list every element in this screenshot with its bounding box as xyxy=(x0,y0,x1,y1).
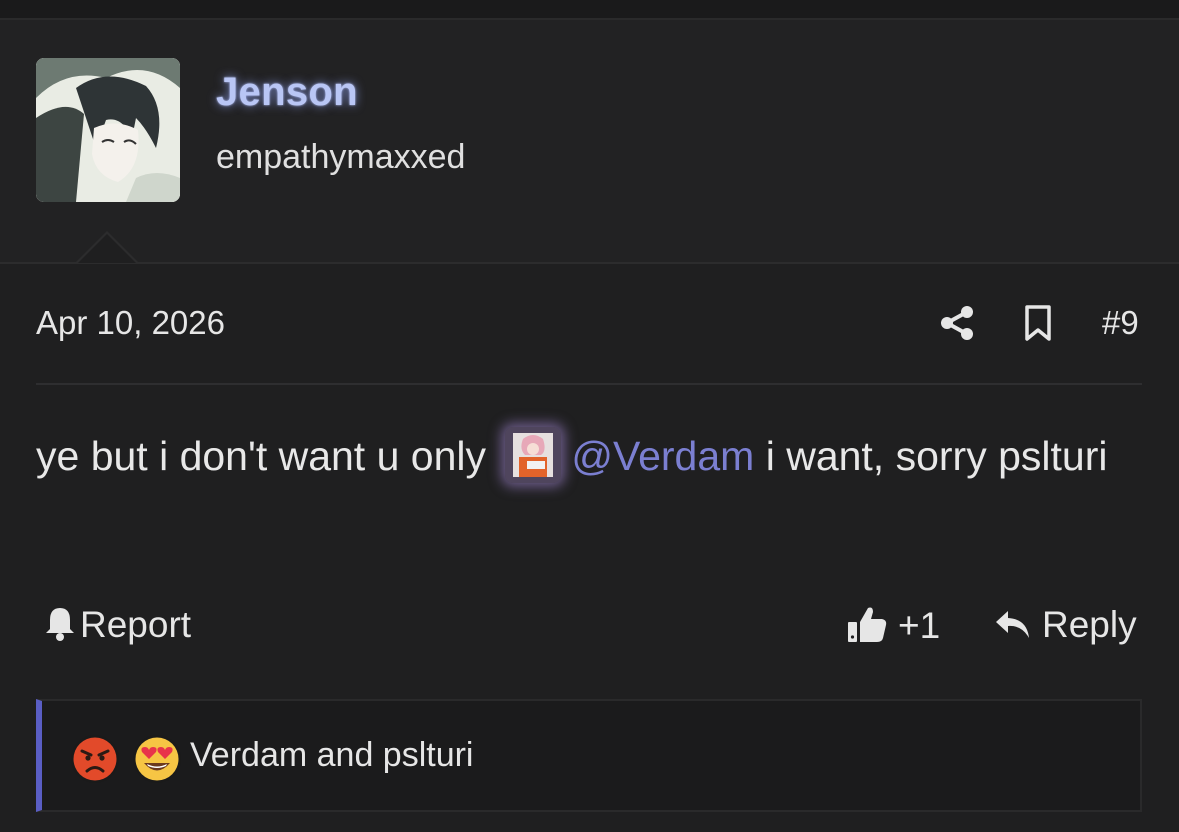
post-date[interactable]: Apr 10, 2026 xyxy=(36,304,225,342)
heart-eyes-icon xyxy=(133,735,181,783)
top-strip xyxy=(0,0,1179,20)
user-title: empathymaxxed xyxy=(216,138,466,176)
thumbs-up-icon xyxy=(848,607,887,642)
report-button[interactable]: Report xyxy=(44,604,191,646)
share-icon[interactable] xyxy=(938,304,976,342)
reactions-summary[interactable]: Verdam and pslturi xyxy=(190,736,474,775)
message-text-after: i want, sorry pslturi xyxy=(754,433,1108,479)
post-number[interactable]: #9 xyxy=(1102,304,1139,342)
angry-face-icon xyxy=(71,735,119,783)
mention-avatar[interactable] xyxy=(505,427,562,484)
bookmark-icon[interactable] xyxy=(1022,304,1054,342)
reply-button[interactable]: Reply xyxy=(994,604,1137,646)
username[interactable]: Jenson xyxy=(216,70,358,115)
user-avatar[interactable] xyxy=(36,58,180,202)
post-message: ye but i don't want u only @Verdam i wan… xyxy=(36,424,1136,488)
post-page: Jenson empathymaxxed Apr 10, 2026 #9 ye … xyxy=(0,0,1179,832)
user-header: Jenson empathymaxxed xyxy=(0,20,1179,264)
mention-link[interactable]: @Verdam xyxy=(571,433,754,479)
bell-icon xyxy=(46,608,74,641)
header-pointer-inner xyxy=(78,234,136,263)
like-button[interactable]: +1 xyxy=(846,604,940,647)
report-label: Report xyxy=(80,604,192,645)
message-text-before: ye but i don't want u only xyxy=(36,433,498,479)
like-count: +1 xyxy=(898,605,941,646)
divider xyxy=(36,383,1142,385)
reply-label: Reply xyxy=(1042,604,1137,645)
reply-arrow-icon xyxy=(996,611,1029,638)
